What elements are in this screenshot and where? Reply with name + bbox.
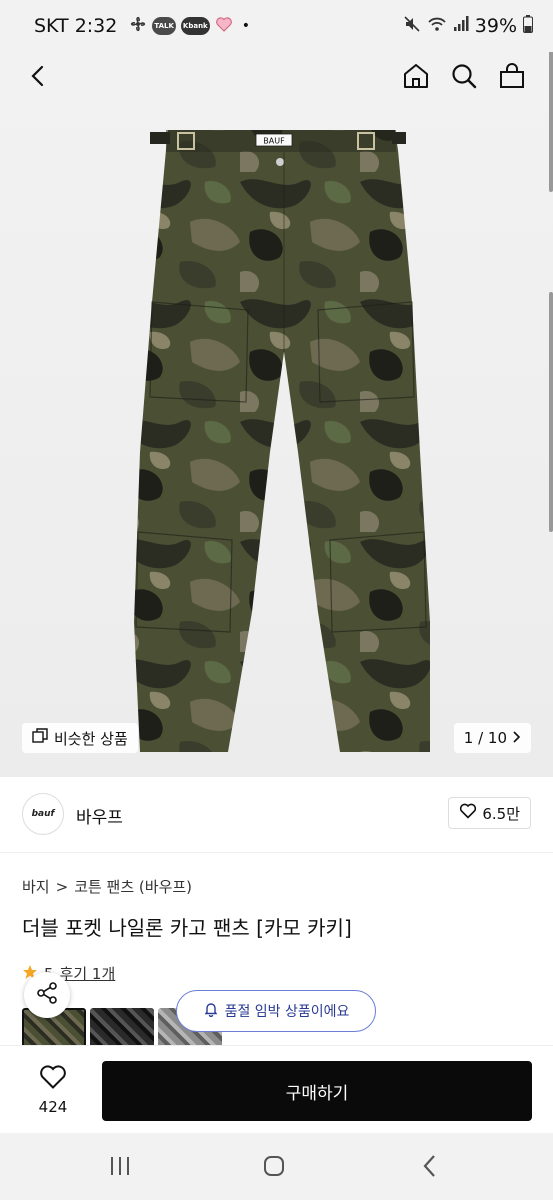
- breadcrumb-subcategory[interactable]: 코튼 팬츠 (바우프): [74, 876, 192, 897]
- bag-icon: [498, 62, 526, 94]
- status-bar: SKT 2:32 TALK Kbank • 39%: [0, 0, 553, 52]
- app-header: [0, 52, 553, 104]
- chevron-right-icon: [511, 729, 521, 747]
- home-nav-icon: [262, 1154, 286, 1182]
- mute-icon: [403, 15, 421, 38]
- notification-dot: •: [241, 18, 250, 34]
- share-button[interactable]: [24, 972, 70, 1018]
- wishlist-count: 424: [38, 1098, 68, 1116]
- home-button[interactable]: [398, 60, 434, 96]
- product-image: BAUF: [134, 130, 430, 752]
- similar-icon: [32, 728, 48, 748]
- brand-like-count: 6.5만: [482, 804, 520, 823]
- breadcrumb: 바지 > 코튼 팬츠 (바우프): [22, 876, 192, 897]
- battery-icon: [523, 14, 533, 38]
- heart-icon: [215, 15, 233, 38]
- product-title: 더블 포켓 나일론 카고 팬츠 [카모 카키]: [22, 916, 352, 940]
- heart-outline-icon: [459, 803, 477, 823]
- similar-label: 비슷한 상품: [54, 729, 128, 748]
- status-time: SKT 2:32: [34, 15, 118, 37]
- breadcrumb-category[interactable]: 바지: [22, 876, 50, 897]
- fan-icon: [129, 15, 147, 38]
- product-gallery[interactable]: BAUF: [0, 52, 553, 777]
- kbank-icon: Kbank: [180, 17, 210, 35]
- battery-text: 39%: [474, 15, 517, 37]
- recent-apps-button[interactable]: [100, 1153, 140, 1183]
- waistband-label: BAUF: [263, 137, 285, 146]
- home-nav-button[interactable]: [254, 1153, 294, 1183]
- similar-products-button[interactable]: 비슷한 상품: [22, 723, 138, 753]
- brand-like-button[interactable]: 6.5만: [448, 797, 531, 829]
- brand-row: bauf 바우프 6.5만: [0, 777, 553, 853]
- back-button[interactable]: [20, 60, 56, 96]
- cart-button[interactable]: [494, 60, 530, 96]
- share-icon: [35, 981, 59, 1009]
- page-indicator-text: 1 / 10: [463, 729, 507, 747]
- home-icon: [402, 62, 430, 94]
- brand-name[interactable]: 바우프: [76, 803, 123, 828]
- brand-logo-text: bauf: [31, 809, 55, 819]
- back-icon: [27, 65, 49, 91]
- wifi-icon: [427, 15, 447, 38]
- gallery-page-indicator[interactable]: 1 / 10: [453, 723, 531, 753]
- back-nav-icon: [421, 1154, 439, 1182]
- color-option-black-camo[interactable]: [90, 1008, 154, 1046]
- buy-button[interactable]: 구매하기: [102, 1061, 532, 1121]
- search-icon: [450, 62, 478, 94]
- bell-icon: [203, 1001, 219, 1021]
- talk-icon: TALK: [152, 17, 176, 35]
- low-stock-toast: 품절 임박 상품이에요: [176, 990, 376, 1032]
- breadcrumb-separator: >: [55, 877, 69, 896]
- search-button[interactable]: [446, 60, 482, 96]
- purchase-bar: 424 구매하기: [0, 1045, 553, 1133]
- wishlist-button[interactable]: 424: [28, 1064, 78, 1116]
- gallery-scrollbar[interactable]: [549, 292, 553, 532]
- review-count-link[interactable]: 후기 1개: [60, 963, 116, 984]
- brand-logo[interactable]: bauf: [22, 793, 64, 835]
- recent-apps-icon: [108, 1155, 132, 1181]
- signal-icon: [453, 15, 469, 38]
- system-nav-bar: [0, 1133, 553, 1200]
- heart-outline-icon: [39, 1064, 67, 1094]
- back-nav-button[interactable]: [410, 1153, 450, 1183]
- toast-text: 품절 임박 상품이에요: [224, 1004, 350, 1020]
